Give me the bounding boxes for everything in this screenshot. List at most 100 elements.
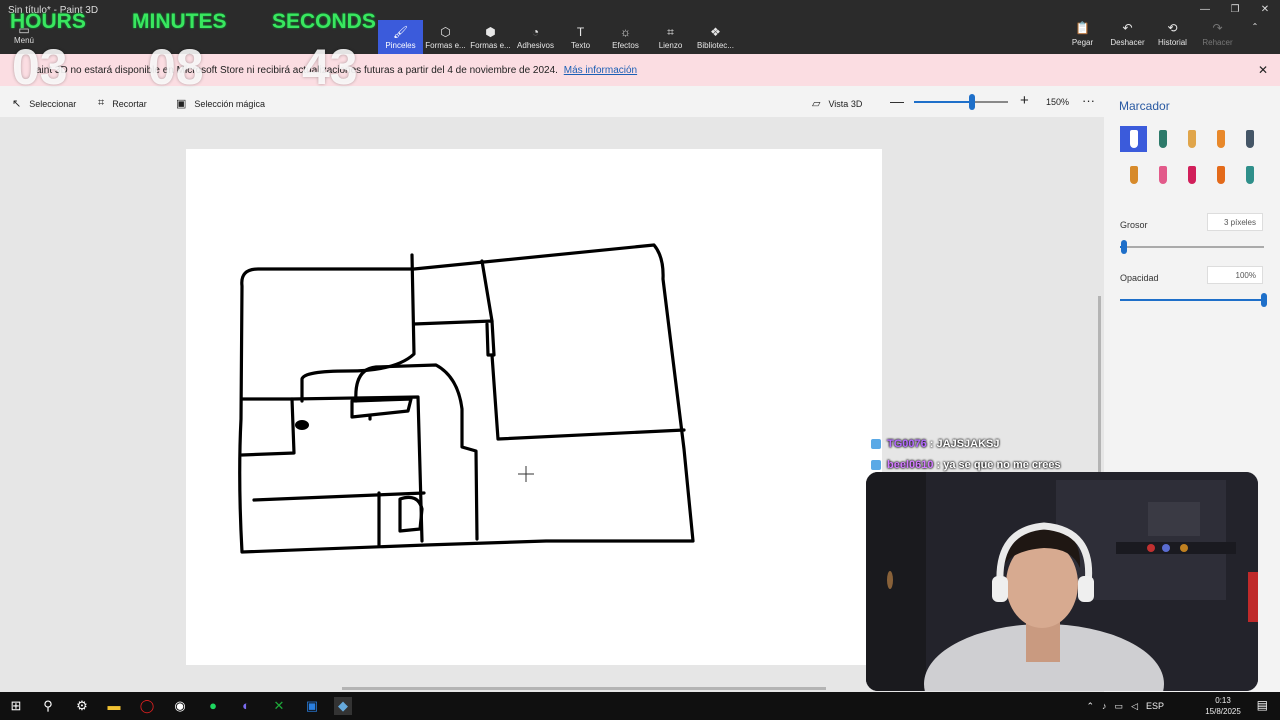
ribbon-actions: 📋 Pegar ↶ Deshacer ⟲ Historial ↷ Rehacer ⌃	[1060, 22, 1270, 47]
brush-spray-can[interactable]	[1207, 162, 1234, 188]
text-icon: T	[576, 25, 585, 39]
brush-crayon[interactable]	[1178, 162, 1205, 188]
network-icon[interactable]: ▭	[1115, 701, 1124, 712]
chat-username: TG0076	[887, 437, 927, 450]
zoom-value: 150%	[1046, 97, 1070, 107]
obs-icon[interactable]: ◉	[171, 697, 189, 715]
tool-tab-canvas[interactable]: ⌗ Lienzo	[648, 20, 693, 54]
banner-close-icon[interactable]: ✕	[1258, 63, 1268, 77]
thickness-input[interactable]: 3 píxeles	[1207, 213, 1263, 231]
store-icon[interactable]: ▣	[303, 697, 321, 715]
xbox-icon[interactable]: ✕	[270, 697, 288, 715]
tool-tab-label: Efectos	[612, 41, 639, 50]
stream-chat: TG0076 : JAJSJAKSJ beel0610 : ya se que n…	[871, 433, 1061, 475]
minimize-button[interactable]: —	[1190, 0, 1220, 20]
crayon-icon	[1187, 166, 1196, 184]
drawing-canvas[interactable]	[186, 149, 882, 665]
tool-tab-effects[interactable]: ☼ Efectos	[603, 20, 648, 54]
brush-watercolor[interactable]	[1207, 126, 1234, 152]
chevron-up-icon[interactable]: ⌃	[1087, 701, 1095, 712]
opacity-slider[interactable]	[1120, 293, 1267, 307]
brush-pencil[interactable]	[1120, 162, 1147, 188]
opacity-slider-thumb[interactable]	[1261, 293, 1267, 307]
discord-icon[interactable]: ◐	[237, 697, 255, 715]
tool-tab-2d-shapes[interactable]: ⬡ Formas e...	[423, 20, 468, 54]
thickness-slider[interactable]	[1120, 240, 1264, 254]
crop-label: Recortar	[112, 98, 147, 109]
magic-select-label: Selección mágica	[194, 98, 265, 109]
tool-tab-text[interactable]: T Texto	[558, 20, 603, 54]
settings-gear-icon[interactable]: ⚙	[73, 697, 91, 715]
clock-date: 15/8/2025	[1205, 707, 1241, 716]
undo-button[interactable]: ↶ Deshacer	[1105, 22, 1150, 47]
tool-tab-sticker[interactable]: ◔ Adhesivos	[513, 20, 558, 54]
tool-tab-label: Pinceles	[385, 41, 416, 50]
thickness-slider-thumb[interactable]	[1121, 240, 1128, 254]
opacity-slider-fill	[1120, 299, 1264, 301]
cursor-icon: ↖	[12, 98, 22, 110]
zoom-slider-thumb[interactable]	[969, 94, 976, 110]
select-button[interactable]: ↖ Seleccionar	[12, 97, 76, 110]
opacity-input[interactable]: 100%	[1207, 266, 1263, 284]
eraser-icon	[1158, 166, 1167, 184]
spotify-icon[interactable]: ●	[204, 697, 222, 715]
library-icon: ❖	[710, 25, 721, 39]
crop-button[interactable]: ⌗ Recortar	[98, 97, 147, 110]
clock-time: 0:13	[1215, 696, 1231, 705]
notification-icon[interactable]: ▤	[1257, 698, 1268, 712]
webcam-feed	[866, 472, 1258, 691]
windows-start-icon[interactable]: ⊞	[7, 697, 25, 715]
zoom-slider[interactable]	[914, 94, 1008, 110]
tool-tab-library[interactable]: ❖ Bibliotec...	[693, 20, 738, 54]
volume-icon[interactable]: ◁	[1131, 701, 1138, 712]
file-explorer-icon[interactable]: ▬	[105, 697, 123, 715]
select-label: Seleccionar	[29, 98, 77, 109]
magic-select-button[interactable]: ▣ Selección mágica	[176, 97, 265, 110]
collapse-ribbon-button[interactable]: ⌃	[1240, 22, 1270, 47]
language-indicator[interactable]: ESP	[1146, 701, 1164, 711]
search-icon[interactable]: ⚲	[39, 697, 57, 715]
paste-button[interactable]: 📋 Pegar	[1060, 22, 1105, 47]
brush-fill[interactable]	[1236, 162, 1263, 188]
microphone-icon[interactable]: ♪	[1102, 701, 1107, 711]
brush-grid	[1120, 126, 1270, 188]
clock[interactable]: 0:13 15/8/2025	[1200, 695, 1246, 717]
close-button[interactable]: ✕	[1250, 0, 1280, 20]
brush-oil-brush[interactable]	[1178, 126, 1205, 152]
thickness-label: Grosor	[1120, 220, 1148, 230]
wall-g	[354, 363, 479, 541]
opera-icon[interactable]: ◯	[138, 697, 156, 715]
brush-eraser[interactable]	[1149, 162, 1176, 188]
tool-tab-label: Formas e...	[425, 41, 466, 50]
redo-button[interactable]: ↷ Rehacer	[1195, 22, 1240, 47]
tool-tab-label: Texto	[570, 41, 591, 50]
more-info-link[interactable]: Más información	[564, 65, 637, 76]
timer-seconds: 43	[302, 39, 358, 95]
chat-separator: :	[933, 458, 944, 471]
undo-label: Deshacer	[1110, 38, 1145, 47]
timer-minutes: 08	[148, 39, 204, 95]
chat-badge-icon	[871, 438, 881, 449]
brush-calligraphy-pen[interactable]	[1149, 126, 1176, 152]
chat-text: ya se que no me crees	[943, 458, 1061, 471]
view-3d-button[interactable]: ▱ Vista 3D	[812, 97, 862, 110]
tool-tab-3d-shapes[interactable]: ⬢ Formas e...	[468, 20, 513, 54]
horizontal-scrollbar[interactable]	[342, 687, 826, 690]
brush-marker[interactable]	[1120, 126, 1147, 152]
floor-plan-drawing	[238, 243, 695, 554]
history-button[interactable]: ⟲ Historial	[1150, 22, 1195, 47]
zoom-out-button[interactable]: —	[890, 93, 904, 109]
paint3d-taskbar-icon[interactable]: ◆	[334, 697, 352, 715]
zoom-in-button[interactable]: +	[1020, 92, 1029, 109]
more-options-button[interactable]: ···	[1082, 93, 1095, 108]
redo-icon: ↷	[1212, 21, 1223, 35]
window-controls: — ❐ ✕	[1190, 0, 1280, 20]
tool-tabs: 🖌 Pinceles ⬡ Formas e... ⬢ Formas e... ◔ Adhesi…	[378, 20, 738, 54]
webcam-image	[866, 472, 1258, 691]
wall-b	[412, 319, 496, 357]
chat-message: beel0610 : ya se que no me crees	[871, 454, 1061, 475]
chat-message: TG0076 : JAJSJAKSJ	[871, 433, 1061, 454]
brush-pixel-pen[interactable]	[1236, 126, 1263, 152]
maximize-button[interactable]: ❐	[1220, 0, 1250, 20]
tool-tab-brush[interactable]: 🖌 Pinceles	[378, 20, 423, 54]
